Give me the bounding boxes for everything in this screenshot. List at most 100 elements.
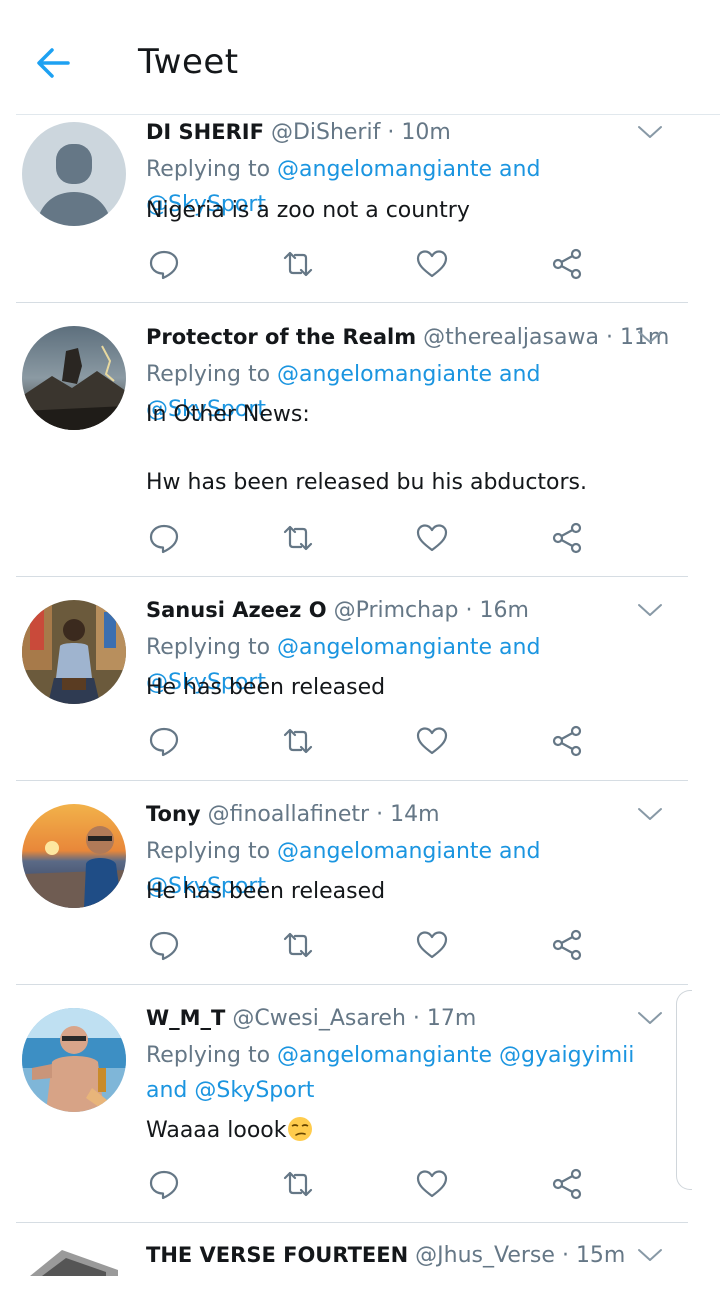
like-button[interactable] [414, 520, 450, 556]
separator: · [387, 120, 395, 145]
reply-button[interactable] [146, 927, 182, 963]
user-handle[interactable]: @therealjasawa [423, 325, 599, 350]
mention-connector[interactable]: and [499, 839, 540, 864]
timestamp[interactable]: 17m [427, 1006, 476, 1031]
retweet-button[interactable] [280, 246, 316, 282]
retweet-button[interactable] [280, 927, 316, 963]
mention-connector[interactable]: and [146, 1078, 187, 1103]
partial-avatar-image [22, 1244, 126, 1276]
share-icon [552, 248, 582, 280]
chevron-down-icon[interactable] [636, 1245, 664, 1265]
display-name[interactable]: W_M_T [146, 1006, 225, 1030]
tweet-header: THE VERSE FOURTEEN @Jhus_Verse · 15m [146, 1240, 625, 1271]
top-bar: Tweet [0, 0, 720, 115]
tweet-header: W_M_T @Cwesi_Asareh · 17m [146, 1003, 476, 1034]
avatar[interactable] [22, 122, 126, 226]
default-avatar-icon [22, 122, 126, 226]
avatar[interactable] [22, 1244, 126, 1276]
retweet-icon [283, 525, 313, 551]
retweet-button[interactable] [280, 1166, 316, 1202]
like-button[interactable] [414, 927, 450, 963]
user-handle[interactable]: @DiSherif [271, 120, 380, 145]
like-button[interactable] [414, 246, 450, 282]
display-name[interactable]: THE VERSE FOURTEEN [146, 1243, 408, 1267]
share-button[interactable] [549, 723, 585, 759]
reply-icon [149, 931, 179, 961]
separator: · [412, 1006, 420, 1031]
tweet-text: Waaaa loook [146, 1118, 287, 1143]
arrow-left-icon [37, 48, 70, 78]
chevron-down-icon[interactable] [636, 1008, 664, 1028]
replying-prefix: Replying to [146, 1043, 271, 1068]
share-button[interactable] [549, 246, 585, 282]
mention-link[interactable]: @SkySport [194, 1078, 314, 1103]
tweet-actions [146, 927, 586, 963]
reply-button[interactable] [146, 246, 182, 282]
mention-link[interactable]: @gyaigyimii [499, 1043, 634, 1068]
user-handle[interactable]: @Primchap [334, 598, 459, 623]
unamused-face-emoji [287, 1117, 312, 1141]
display-name[interactable]: Tony [146, 802, 201, 826]
divider [16, 984, 688, 985]
share-button[interactable] [549, 520, 585, 556]
reply-button[interactable] [146, 520, 182, 556]
timestamp[interactable]: 16m [480, 598, 529, 623]
chevron-down-icon[interactable] [636, 122, 664, 142]
user-handle[interactable]: @finoallafinetr [208, 802, 369, 827]
retweet-icon [283, 728, 313, 754]
avatar[interactable] [22, 1008, 126, 1112]
retweet-button[interactable] [280, 520, 316, 556]
tweet-actions [146, 1166, 586, 1202]
share-button[interactable] [549, 927, 585, 963]
timestamp[interactable]: 15m [576, 1243, 625, 1268]
chevron-down-icon[interactable] [636, 804, 664, 824]
mention-connector[interactable]: and [499, 635, 540, 660]
share-icon [552, 725, 582, 757]
tweet-header: DI SHERIF @DiSherif · 10m [146, 117, 451, 148]
reply-button[interactable] [146, 1166, 182, 1202]
mention-link[interactable]: @angelomangiante [277, 362, 492, 387]
separator: · [465, 598, 473, 623]
chevron-down-icon[interactable] [636, 327, 664, 347]
tweet-text-container: Waaaa loook [146, 1114, 646, 1148]
divider [16, 114, 720, 115]
replying-prefix: Replying to [146, 157, 271, 182]
share-icon [552, 929, 582, 961]
mention-connector[interactable]: and [499, 362, 540, 387]
mention-link[interactable]: @angelomangiante [277, 635, 492, 660]
display-name[interactable]: Sanusi Azeez O [146, 598, 327, 622]
person-avatar-image [22, 600, 126, 704]
chevron-down-icon[interactable] [636, 600, 664, 620]
avatar[interactable] [22, 804, 126, 908]
retweet-button[interactable] [280, 723, 316, 759]
reply-icon [149, 727, 179, 757]
avatar[interactable] [22, 600, 126, 704]
display-name[interactable]: DI SHERIF [146, 120, 264, 144]
tweet-actions [146, 520, 586, 556]
retweet-icon [283, 251, 313, 277]
separator: · [561, 1243, 569, 1268]
like-button[interactable] [414, 723, 450, 759]
display-name[interactable]: Protector of the Realm [146, 325, 416, 349]
mention-connector[interactable]: and [499, 157, 540, 182]
scrollbar[interactable] [676, 990, 692, 1190]
user-handle[interactable]: @Cwesi_Asareh [232, 1006, 406, 1031]
separator: · [605, 325, 613, 350]
avatar[interactable] [22, 326, 126, 430]
replying-prefix: Replying to [146, 635, 271, 660]
mention-link[interactable]: @angelomangiante [277, 157, 492, 182]
sunset-avatar-image [22, 804, 126, 908]
like-icon [416, 1170, 448, 1198]
share-icon [552, 1168, 582, 1200]
share-button[interactable] [549, 1166, 585, 1202]
beach-avatar-image [22, 1008, 126, 1112]
mention-link[interactable]: @angelomangiante [277, 1043, 492, 1068]
mention-link[interactable]: @angelomangiante [277, 839, 492, 864]
reply-button[interactable] [146, 723, 182, 759]
like-button[interactable] [414, 1166, 450, 1202]
timestamp[interactable]: 10m [401, 120, 450, 145]
user-handle[interactable]: @Jhus_Verse [415, 1243, 555, 1268]
back-button[interactable] [30, 40, 76, 86]
timestamp[interactable]: 14m [390, 802, 439, 827]
replying-prefix: Replying to [146, 839, 271, 864]
